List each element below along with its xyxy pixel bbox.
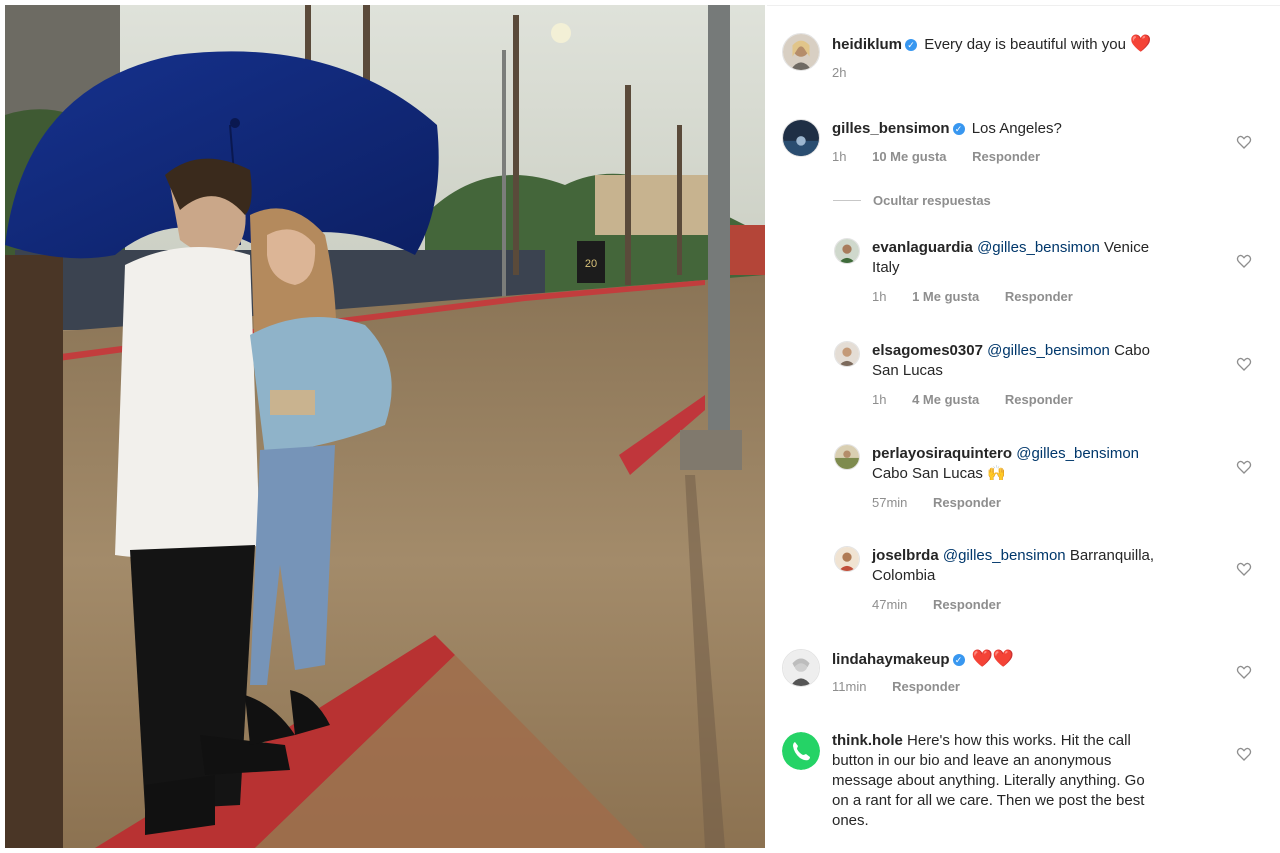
red-heart-emoji: ❤️ <box>1130 34 1152 53</box>
whatsapp-phone-icon[interactable] <box>782 732 820 770</box>
heart-outline-icon[interactable] <box>1236 356 1252 372</box>
username-perlayosiraquintero[interactable]: perlayosiraquintero <box>872 445 1012 462</box>
comment-time: 1h <box>872 289 887 304</box>
mention-link[interactable]: @gilles_bensimon <box>943 547 1066 564</box>
reply-button[interactable]: Responder <box>1005 392 1073 407</box>
heart-outline-icon[interactable] <box>1236 253 1252 269</box>
verified-badge-icon: ✓ <box>905 39 918 51</box>
username-elsagomes0307[interactable]: elsagomes0307 <box>872 342 983 359</box>
comment-text: Los Angeles? <box>971 120 1062 137</box>
like-count[interactable]: 1 Me gusta <box>912 289 979 304</box>
heart-outline-icon[interactable] <box>1236 134 1252 150</box>
divider-line <box>833 200 861 201</box>
comment-text-line2: San Lucas <box>872 362 943 379</box>
mention-link[interactable]: @gilles_bensimon <box>977 239 1100 256</box>
red-hearts-emoji: ❤️❤️ <box>971 649 1015 668</box>
avatar-gilles-bensimon[interactable] <box>782 119 820 157</box>
hide-replies-button[interactable]: Ocultar respuestas <box>833 193 991 208</box>
like-count[interactable]: 10 Me gusta <box>872 149 946 164</box>
comment-line-1: Here's how this works. Hit the call <box>907 732 1131 749</box>
reply-button[interactable]: Responder <box>892 679 960 694</box>
post-photo: 20 <box>5 5 765 848</box>
comment-text-line2: Cabo San Lucas <box>872 465 983 482</box>
comment-text-line1: Venice <box>1104 239 1150 256</box>
caption-text: Every day is beautiful with you <box>924 36 1126 53</box>
username-gilles-bensimon[interactable]: gilles_bensimon <box>832 120 950 137</box>
comment-time: 1h <box>872 392 887 407</box>
comment-line-2: button in our bio and leave an anonymous <box>832 752 1112 769</box>
avatar-heidiklum[interactable] <box>782 33 820 71</box>
mention-link[interactable]: @gilles_bensimon <box>1016 445 1139 462</box>
reply-button[interactable]: Responder <box>972 149 1040 164</box>
mention-link[interactable]: @gilles_bensimon <box>987 342 1110 359</box>
raising-hands-emoji: 🙌 <box>987 465 1006 482</box>
hide-replies-label: Ocultar respuestas <box>873 193 991 208</box>
comment-time: 1h <box>832 149 847 164</box>
post-time: 2h <box>832 65 847 80</box>
comment-line-3: message about anything. Literally anythi… <box>832 772 1145 789</box>
username-lindahaymakeup[interactable]: lindahaymakeup <box>832 651 950 668</box>
reply-button[interactable]: Responder <box>1005 289 1073 304</box>
comment-text-line2: Colombia <box>872 567 936 584</box>
username-think-hole[interactable]: think.hole <box>832 732 903 749</box>
heart-outline-icon[interactable] <box>1236 459 1252 475</box>
avatar-elsagomes0307[interactable] <box>834 341 860 367</box>
comment-line-4: on a rant for all we care. Then we post … <box>832 792 1145 809</box>
verified-badge-icon: ✓ <box>952 654 965 666</box>
heart-outline-icon[interactable] <box>1236 664 1252 680</box>
avatar-perlayosiraquintero[interactable] <box>834 444 860 470</box>
avatar-joselbrda[interactable] <box>834 546 860 572</box>
reply-button[interactable]: Responder <box>933 597 1001 612</box>
verified-badge-icon: ✓ <box>952 123 965 135</box>
heart-outline-icon[interactable] <box>1236 561 1252 577</box>
avatar-lindahaymakeup[interactable] <box>782 649 820 687</box>
sign-text: 20 <box>585 258 597 270</box>
comment-time: 47min <box>872 597 908 612</box>
like-count[interactable]: 4 Me gusta <box>912 392 979 407</box>
reply-button[interactable]: Responder <box>933 495 1001 510</box>
comment-line-5: ones. <box>832 812 869 829</box>
username-evanlaguardia[interactable]: evanlaguardia <box>872 239 973 256</box>
comment-time: 57min <box>872 495 908 510</box>
comment-text-line2: Italy <box>872 259 900 276</box>
heart-outline-icon[interactable] <box>1236 746 1252 762</box>
username-heidiklum[interactable]: heidiklum <box>832 36 902 53</box>
comment-time: 11min <box>832 679 867 694</box>
comment-text-line1: Barranquilla, <box>1069 547 1155 564</box>
username-joselbrda[interactable]: joselbrda <box>872 547 939 564</box>
comment-text-line1: Cabo <box>1114 342 1150 359</box>
comments-panel: heidiklum ✓ Every day is beautiful with y… <box>767 5 1280 848</box>
avatar-evanlaguardia[interactable] <box>834 238 860 264</box>
